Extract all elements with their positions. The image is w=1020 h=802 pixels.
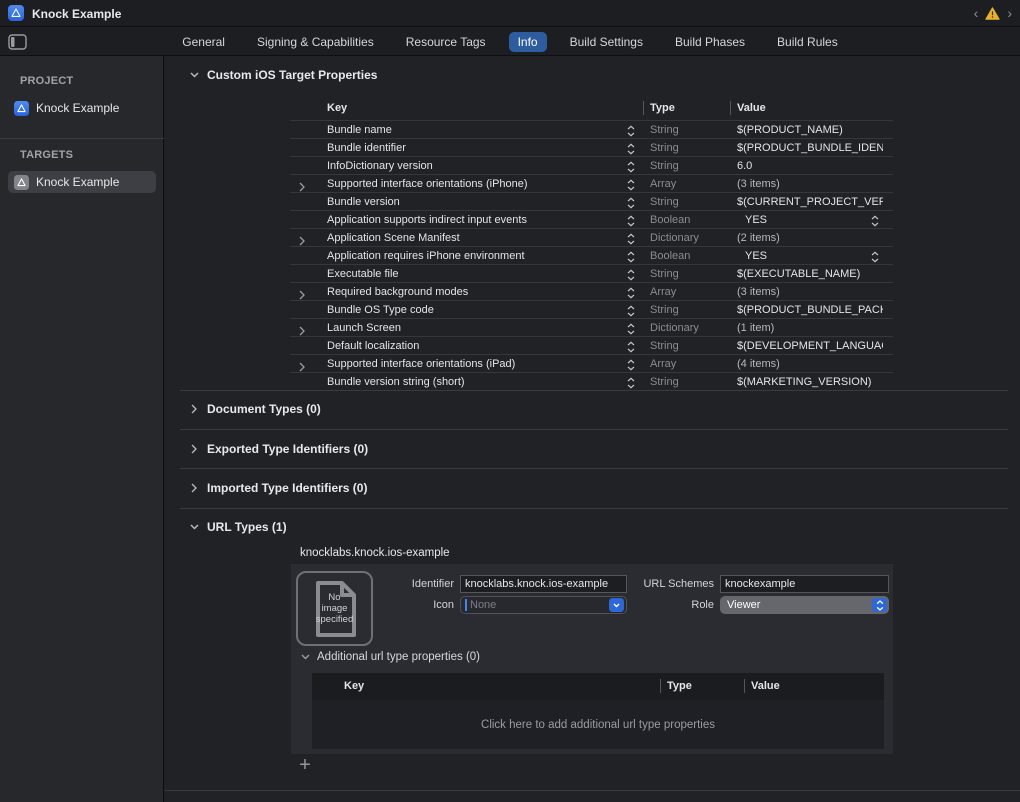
- key-stepper-icon[interactable]: [627, 376, 635, 394]
- tab-build-rules[interactable]: Build Rules: [768, 32, 847, 52]
- project-app-icon: [8, 5, 24, 21]
- tab-build-phases[interactable]: Build Phases: [666, 32, 754, 52]
- identifier-label: Identifier: [354, 578, 454, 590]
- col-type: Type: [667, 680, 692, 692]
- url-schemes-label: URL Schemes: [614, 578, 714, 590]
- property-row[interactable]: Application requires iPhone environmentB…: [290, 246, 893, 264]
- chevron-right-icon[interactable]: [189, 404, 199, 414]
- info-editor: Custom iOS Target Properties Key Type Va…: [165, 56, 1020, 802]
- targets-section-header: TARGETS: [20, 149, 73, 161]
- image-placeholder-text: Noimagespecified: [316, 592, 354, 625]
- property-row[interactable]: InfoDictionary versionString6.0: [290, 156, 893, 174]
- chevron-down-icon[interactable]: [189, 72, 199, 78]
- sidebar-divider: [0, 138, 164, 139]
- col-key: Key: [327, 102, 347, 114]
- properties-table-header: Key Type Value: [290, 98, 893, 120]
- property-row[interactable]: Bundle OS Type codeString$(PRODUCT_BUNDL…: [290, 300, 893, 318]
- nav-back-icon[interactable]: ‹: [974, 4, 979, 22]
- chevron-right-icon[interactable]: [189, 483, 199, 493]
- property-row[interactable]: Bundle nameString$(PRODUCT_NAME): [290, 120, 893, 138]
- col-type: Type: [650, 102, 675, 114]
- section-exported-type-identifiers-0-[interactable]: Exported Type Identifiers (0): [189, 442, 368, 456]
- url-type-card: Noimagespecified Identifier knocklabs.kn…: [291, 564, 893, 754]
- icon-label: Icon: [354, 599, 454, 611]
- url-type-item-title: knocklabs.knock.ios-example: [300, 547, 450, 559]
- additional-properties-table: Key Type Value Click here to add additio…: [312, 673, 884, 749]
- properties-table: Key Type Value Bundle nameString$(PRODUC…: [290, 98, 893, 390]
- property-row[interactable]: Bundle version string (short)String$(MAR…: [290, 372, 893, 390]
- section-custom-ios-target-properties[interactable]: Custom iOS Target Properties: [189, 68, 377, 82]
- additional-url-properties-header[interactable]: Additional url type properties (0): [301, 651, 480, 663]
- property-row[interactable]: Application Scene ManifestDictionary(2 i…: [290, 228, 893, 246]
- property-row[interactable]: Launch ScreenDictionary(1 item): [290, 318, 893, 336]
- tab-general[interactable]: General: [173, 32, 234, 52]
- nav-forward-icon[interactable]: ›: [1007, 4, 1012, 22]
- section-url-types[interactable]: URL Types (1): [189, 520, 287, 534]
- target-tabs: General Signing & Capabilities Resource Ta…: [0, 28, 1020, 56]
- property-row[interactable]: Default localizationString$(DEVELOPMENT_…: [290, 336, 893, 354]
- tab-resource-tags[interactable]: Resource Tags: [397, 32, 495, 52]
- tab-strip: General Signing & Capabilities Resource Ta…: [0, 28, 1020, 56]
- app-target-icon: [14, 101, 29, 116]
- add-url-type-button[interactable]: +: [295, 755, 315, 777]
- window-title: Knock Example: [32, 7, 121, 21]
- additional-table-header: Key Type Value: [312, 673, 884, 700]
- property-row[interactable]: Executable fileString$(EXECUTABLE_NAME): [290, 264, 893, 282]
- titlebar: Knock Example ‹ ›: [0, 0, 1020, 27]
- role-label: Role: [614, 599, 714, 611]
- chevron-down-icon[interactable]: [301, 654, 310, 660]
- section-imported-type-identifiers-0-[interactable]: Imported Type Identifiers (0): [189, 481, 367, 495]
- chevron-down-icon[interactable]: [189, 524, 199, 530]
- property-row[interactable]: Bundle versionString$(CURRENT_PROJECT_VE…: [290, 192, 893, 210]
- property-row[interactable]: Required background modesArray(3 items): [290, 282, 893, 300]
- col-value: Value: [751, 680, 780, 692]
- col-value: Value: [737, 102, 766, 114]
- text-cursor: [465, 599, 467, 611]
- url-schemes-input[interactable]: knockexample: [720, 575, 889, 593]
- project-section-header: PROJECT: [20, 75, 73, 87]
- warning-icon[interactable]: [985, 7, 1000, 20]
- sidebar-item-knock-example[interactable]: Knock Example: [8, 171, 156, 193]
- property-row[interactable]: Supported interface orientations (iPhone…: [290, 174, 893, 192]
- xcode-window: Knock Example ‹ › General Signing & Capab…: [0, 0, 1020, 802]
- identifier-input[interactable]: knocklabs.knock.ios-example: [460, 575, 627, 593]
- tab-signing-capabilities[interactable]: Signing & Capabilities: [248, 32, 383, 52]
- additional-properties-empty-area[interactable]: Click here to add additional url type pr…: [312, 700, 884, 749]
- property-row[interactable]: Bundle identifierString$(PRODUCT_BUNDLE_…: [290, 138, 893, 156]
- property-row[interactable]: Application supports indirect input even…: [290, 210, 893, 228]
- icon-combobox[interactable]: None: [460, 596, 627, 614]
- col-key: Key: [344, 680, 364, 692]
- tab-info[interactable]: Info: [509, 32, 547, 52]
- app-target-icon: [14, 175, 29, 190]
- role-popup[interactable]: Viewer: [720, 596, 889, 614]
- tab-build-settings[interactable]: Build Settings: [561, 32, 652, 52]
- sidebar-item-knock-example[interactable]: Knock Example: [8, 97, 156, 119]
- bottom-divider: [165, 790, 1020, 791]
- property-row[interactable]: Supported interface orientations (iPad)A…: [290, 354, 893, 372]
- section-document-types-0-[interactable]: Document Types (0): [189, 402, 321, 416]
- sidebar: PROJECT Knock Example TARGETS Knock Exam…: [0, 56, 164, 802]
- stepper-icon[interactable]: [872, 598, 887, 612]
- chevron-right-icon[interactable]: [189, 444, 199, 454]
